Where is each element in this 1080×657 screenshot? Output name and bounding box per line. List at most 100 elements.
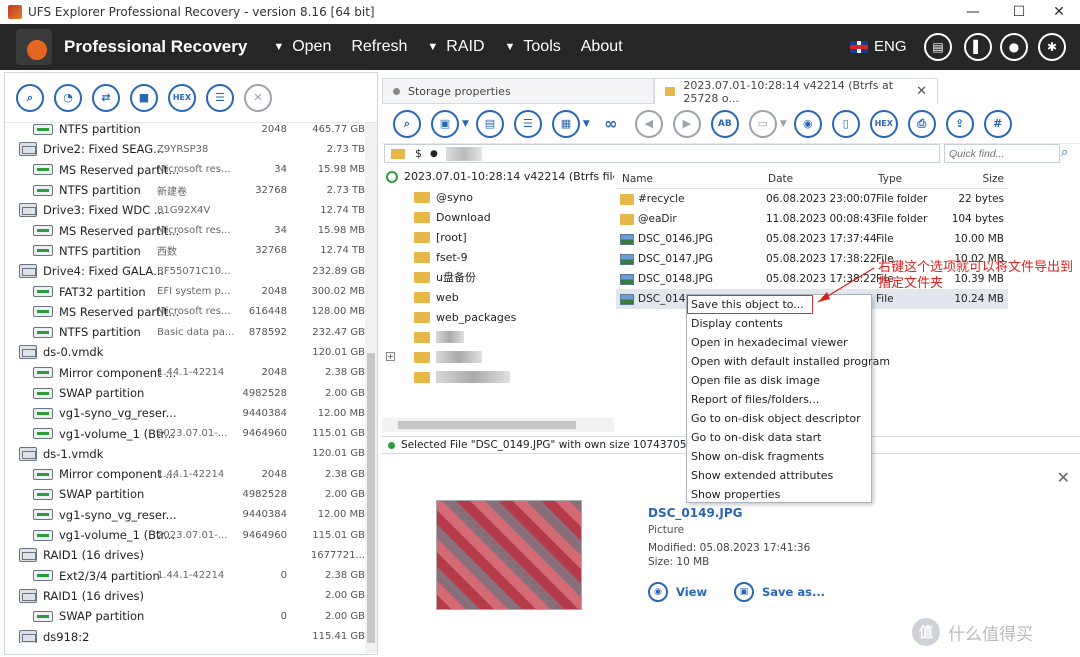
forward-icon[interactable]: ▶ [672,109,701,138]
tree-partition-row[interactable]: vg1-syno_vg_reser... 9440384 12.00 MB [5,403,365,423]
context-menu-item[interactable]: Show properties [687,485,871,504]
recover-icon[interactable]: ◉ [793,109,822,138]
tree-partition-row[interactable]: vg1-volume_1 (Btr... 2023.07.01-... 946496… [5,423,365,443]
column-date[interactable]: Date [768,173,793,185]
print-icon[interactable]: ⎙ [907,109,936,138]
tree-drive-row[interactable]: RAID1 (16 drives) 2.00 GB [5,586,365,606]
open-file-icon[interactable]: ▯ [831,109,860,138]
context-menu-item[interactable]: Open with default installed program [687,352,890,371]
gear-icon[interactable]: ✱ [1038,33,1066,61]
tree-partition-row[interactable]: SWAP partition 4982528 2.00 GB [5,484,365,504]
hash-icon[interactable]: # [983,109,1012,138]
quick-find-input[interactable] [944,144,1060,163]
save-as-button[interactable]: ▣ Save as... [734,582,825,602]
context-menu-item[interactable]: Go to on-disk data start [687,428,871,447]
column-name[interactable]: Name [622,173,653,185]
close-window-button[interactable]: ✕ [1036,0,1080,24]
menu-about[interactable]: About [581,38,623,56]
search-icon[interactable]: ⌕ [393,109,421,138]
menu-open[interactable]: ▼ Open [273,38,331,56]
tree-partition-row[interactable]: NTFS partition Basic data pa... 878592 232.… [5,322,365,342]
list-icon[interactable]: ☰ [206,83,234,112]
lock-icon[interactable]: ■ [130,83,158,112]
context-menu-item[interactable]: Open file as disk image [687,371,871,390]
tree-partition-row[interactable]: vg1-volume_1 (Btr... 2023.07.01-... 946496… [5,525,365,545]
save-icon[interactable]: ▣ [431,109,459,138]
tree-drive-row[interactable]: Drive3: Fixed WDC ... 81G92X4V 12.74 TB [5,200,365,220]
columns-icon[interactable]: ▭ [748,109,777,138]
binoculars-icon[interactable]: ∞ [596,109,625,138]
context-menu-item[interactable]: Show on-disk fragments [687,447,871,466]
disk-scan-icon[interactable]: ◔ [54,83,82,112]
tree-drive-row[interactable]: ds918:2 115.41 GB [5,626,365,643]
tab-browse[interactable]: 2023.07.01-10:28:14 v42214 (Btrfs at 257… [654,78,938,105]
folder-item[interactable]: @syno [398,187,473,207]
tree-partition-row[interactable]: FAT32 partition EFI system p... 2048 300.02… [5,281,365,301]
context-menu-item[interactable]: Show extended attributes [687,466,871,485]
view-button[interactable]: ◉ View [648,582,707,602]
chevron-down-icon[interactable]: ▼ [462,119,469,129]
close-icon[interactable]: ✕ [244,83,272,112]
tree-drive-row[interactable]: Drive2: Fixed SEAG... Z9YRSP38 2.73 TB [5,139,365,159]
tree-partition-row[interactable]: MS Reserved partit... Microsoft res... 34 1… [5,160,365,180]
menu-raid[interactable]: ▼ RAID [427,38,484,56]
checklist-icon[interactable]: ☰ [513,109,542,138]
folder-item[interactable]: [root] [398,227,467,247]
chevron-down-icon[interactable]: ▼ [780,119,787,129]
panel-toggle-icon[interactable]: ▌ [964,33,992,61]
tree-partition-row[interactable]: Mirror component ... 1.44.1-42214 2048 2.38… [5,363,365,383]
tree-partition-row[interactable]: NTFS partition 新建卷 32768 2.73 TB [5,180,365,200]
menu-refresh[interactable]: Refresh [351,38,407,56]
folder-item-blurred[interactable]: + [386,347,482,367]
drives-icon[interactable]: ⇄ [92,83,120,112]
search-icon[interactable]: ⌕ [1061,145,1068,160]
search-icon[interactable]: ⌕ [16,83,44,112]
tree-drive-row[interactable]: ds-0.vmdk 120.01 GB [5,342,365,362]
expand-icon[interactable]: + [386,352,395,361]
folder-item[interactable]: u盘备份 [398,267,476,287]
context-menu-item[interactable]: Go to on-disk object descriptor [687,409,871,428]
chevron-down-icon[interactable]: ▼ [583,119,590,129]
tree-partition-row[interactable]: SWAP partition 0 2.00 GB [5,606,365,626]
hex-icon[interactable]: HEX [168,83,196,112]
folder-item-blurred[interactable] [398,327,464,347]
tree-partition-row[interactable]: MS Reserved partit... Microsoft res... 616… [5,302,365,322]
close-preview-icon[interactable]: ✕ [1057,468,1070,487]
path-bar[interactable]: $ ● [384,144,940,163]
folder-item[interactable]: web [398,287,459,307]
file-row[interactable]: @eaDir 11.08.2023 00:08:43 File folder 104 … [616,209,1008,229]
context-menu-item[interactable]: Save this object to... [687,295,813,314]
user-icon[interactable]: ● [1000,33,1028,61]
column-size[interactable]: Size [982,173,1004,185]
left-scrollbar[interactable] [365,123,377,653]
folder-tree-root[interactable]: 2023.07.01-10:28:14 v42214 (Btrfs file s… [386,170,614,183]
tree-partition-row[interactable]: NTFS partition 2048 465.77 GB [5,119,365,139]
tree-drive-row[interactable]: Drive4: Fixed GALA... BF55071C10... 232.89… [5,261,365,281]
folder-item[interactable]: fset-9 [398,247,468,267]
scrollbar-thumb[interactable] [367,353,375,643]
context-menu-item[interactable]: Open in hexadecimal viewer [687,333,871,352]
folder-item[interactable]: web_packages [398,307,516,327]
file-row[interactable]: #recycle 06.08.2023 23:00:07 File folder 22… [616,189,1008,209]
menu-tools[interactable]: ▼ Tools [505,38,561,56]
context-menu-item[interactable]: Report of files/folders... [687,390,871,409]
view-mode-icon[interactable]: ▦ [551,109,580,138]
rename-icon[interactable]: AB [710,109,739,138]
minimize-button[interactable]: — [950,0,996,24]
folder-item-blurred[interactable] [398,367,510,387]
close-tab-icon[interactable]: ✕ [916,84,927,99]
tree-partition-row[interactable]: SWAP partition 4982528 2.00 GB [5,383,365,403]
export-icon[interactable]: ⇪ [945,109,974,138]
tree-partition-row[interactable]: NTFS partition 西数 32768 12.74 TB [5,241,365,261]
tree-partition-row[interactable]: vg1-syno_vg_reser... 9440384 12.00 MB [5,505,365,525]
folder-tree-hscrollbar[interactable] [382,418,614,432]
scrollbar-thumb[interactable] [398,421,576,429]
image-thumbnail[interactable] [436,500,582,610]
tree-drive-row[interactable]: RAID1 (16 drives) 1677721... [5,545,365,565]
save-as-icon[interactable]: ▤ [475,109,504,138]
tree-partition-row[interactable]: Mirror component ... 1.44.1-42214 2048 2.38… [5,464,365,484]
column-type[interactable]: Type [878,173,902,185]
storage-icon[interactable]: ▤ [924,33,952,61]
file-row[interactable]: DSC_0146.JPG 05.08.2023 17:37:44 File 10.00… [616,229,1008,249]
language-selector[interactable]: ENG [850,38,907,55]
